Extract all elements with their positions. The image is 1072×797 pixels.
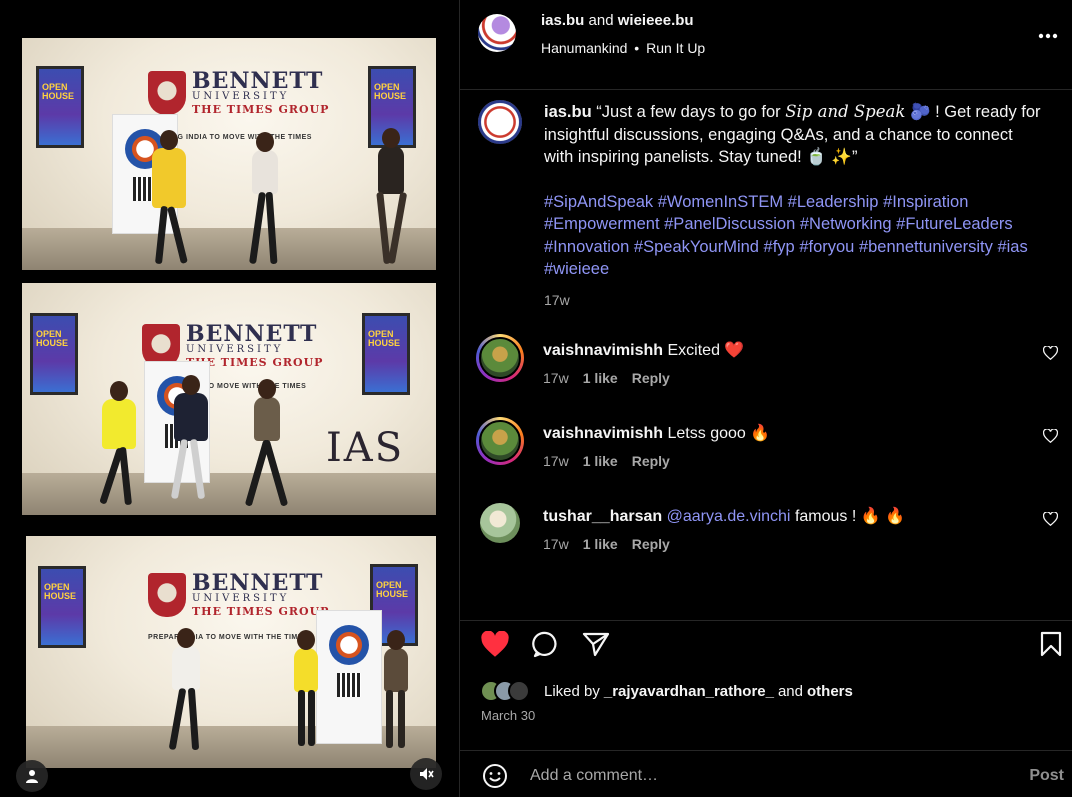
- comment-time[interactable]: 17w: [543, 536, 569, 552]
- person: [102, 399, 136, 449]
- comment-reply-button[interactable]: Reply: [632, 453, 670, 469]
- comment-username[interactable]: vaishnavimishh: [543, 342, 663, 359]
- person: [294, 648, 318, 692]
- comment-emoji: 🔥 🔥: [860, 508, 906, 525]
- post-header: ias.bu and wieieee.bu Hanumankind • Run …: [460, 0, 1072, 90]
- post-panel: ias.bu and wieieee.bu Hanumankind • Run …: [459, 0, 1072, 797]
- caption-hashtags[interactable]: #SipAndSpeak #WomenInSTEM #Leadership #I…: [544, 191, 1044, 281]
- liked-and: and: [777, 682, 803, 700]
- tagline: NG INDIA TO MOVE WITH THE TIMES: [172, 134, 312, 141]
- caption-avatar[interactable]: [478, 100, 522, 144]
- comment-time[interactable]: 17w: [543, 453, 569, 469]
- comment-input[interactable]: [530, 763, 990, 789]
- liker-avatar: [508, 680, 530, 702]
- comment-item: vaishnavimishh Excited ❤️ 17w 1 like Rep…: [460, 334, 1072, 404]
- caption-time[interactable]: 17w: [544, 289, 1044, 312]
- heart-filled-icon[interactable]: [478, 629, 512, 659]
- more-horizontal-icon[interactable]: [1034, 24, 1062, 48]
- comment-icon[interactable]: [530, 629, 562, 659]
- commenter-avatar[interactable]: [476, 417, 524, 465]
- liked-by[interactable]: Liked by _rajyavardhan_rathore_ and othe…: [480, 676, 853, 706]
- caption-text-start: “Just a few days to go for: [596, 103, 781, 121]
- photo-frame-1: OPEN HOUSE OPEN HOUSE BENNETT UNIVERSITY…: [22, 38, 436, 270]
- audio-artist[interactable]: Hanumankind: [541, 40, 627, 56]
- person: [172, 646, 200, 690]
- speaker-muted-icon[interactable]: [410, 758, 442, 790]
- bennett-logo: BENNETT UNIVERSITY THE TIMES GROUP: [148, 70, 329, 115]
- commenter-avatar[interactable]: [480, 503, 520, 543]
- audio-track[interactable]: Run It Up: [646, 40, 705, 56]
- comment-like-icon[interactable]: [1042, 511, 1059, 531]
- comment-item: tushar__harsan @aarya.de.vinchi famous !…: [460, 500, 1072, 570]
- open-house-poster: OPEN HOUSE: [36, 66, 84, 148]
- open-house-poster: OPEN HOUSE: [38, 566, 86, 648]
- liked-prefix: Liked by: [544, 682, 600, 700]
- liked-user[interactable]: _rajyavardhan_rathore_: [604, 683, 774, 700]
- liked-others[interactable]: others: [807, 683, 853, 700]
- and-text: and: [588, 12, 614, 29]
- tagline: TO MOVE WITH THE TIMES: [204, 383, 307, 390]
- comment-emoji: ❤️: [724, 342, 745, 359]
- comment-emoji: 🔥: [750, 425, 771, 442]
- post-media[interactable]: OPEN HOUSE OPEN HOUSE BENNETT UNIVERSITY…: [0, 0, 459, 797]
- action-bar: [460, 620, 1072, 670]
- post-caption: ias.bu “Just a few days to go for Sip an…: [544, 101, 1044, 311]
- comment-username[interactable]: tushar__harsan: [543, 508, 662, 525]
- person: [174, 393, 208, 441]
- tagline: PREPARIN DIA TO MOVE WITH THE TIMES: [148, 634, 309, 641]
- roll-up-banner: [316, 610, 382, 744]
- bookmark-icon[interactable]: [1036, 629, 1066, 659]
- author-avatar[interactable]: [478, 14, 516, 52]
- comment-reply-button[interactable]: Reply: [632, 370, 670, 386]
- author-username[interactable]: ias.bu: [541, 12, 584, 29]
- bennett-logo: BENNETT UNIVERSITY THE TIMES GROUP: [148, 572, 329, 617]
- caption-username[interactable]: ias.bu: [544, 103, 592, 121]
- caption-emoji: 🫐: [909, 103, 931, 121]
- add-comment-bar: Post: [460, 750, 1072, 797]
- photo-frame-3: OPEN HOUSE OPEN HOUSE BENNETT UNIVERSITY…: [26, 536, 436, 768]
- collaborator-username[interactable]: wieieee.bu: [618, 12, 694, 29]
- open-house-poster: OPEN HOUSE: [30, 313, 78, 395]
- person: [152, 148, 186, 208]
- share-icon[interactable]: [580, 629, 612, 659]
- open-house-poster: OPEN HOUSE: [362, 313, 410, 395]
- person: [384, 648, 408, 692]
- comment-likes[interactable]: 1 like: [583, 536, 618, 552]
- caption-script-text: Sip and Speak: [785, 102, 906, 121]
- comment-text: Excited: [667, 342, 720, 359]
- comment-text: famous !: [794, 508, 857, 525]
- smiley-icon[interactable]: [480, 761, 510, 791]
- comment-reply-button[interactable]: Reply: [632, 536, 670, 552]
- person-icon[interactable]: [16, 760, 48, 792]
- comment-username[interactable]: vaishnavimishh: [543, 425, 663, 442]
- post-date[interactable]: March 30: [481, 708, 535, 723]
- comment-time[interactable]: 17w: [543, 370, 569, 386]
- comment-item: vaishnavimishh Letss gooo 🔥 17w 1 like R…: [460, 417, 1072, 487]
- post-button[interactable]: Post: [1029, 767, 1064, 785]
- audio-info[interactable]: Hanumankind • Run It Up: [541, 40, 705, 56]
- ias-logo: IAS: [326, 425, 405, 471]
- comment-likes[interactable]: 1 like: [583, 370, 618, 386]
- person: [254, 397, 280, 441]
- audio-separator: •: [634, 40, 640, 56]
- photo-frame-2: OPEN HOUSE OPEN HOUSE BENNETT UNIVERSITY…: [22, 283, 436, 515]
- comment-like-icon[interactable]: [1042, 428, 1059, 448]
- person: [252, 150, 278, 194]
- commenter-avatar[interactable]: [476, 334, 524, 382]
- comment-like-icon[interactable]: [1042, 345, 1059, 365]
- comment-mention[interactable]: @aarya.de.vinchi: [667, 508, 791, 525]
- comment-likes[interactable]: 1 like: [583, 453, 618, 469]
- comment-text: Letss gooo: [667, 425, 746, 442]
- person: [378, 146, 404, 194]
